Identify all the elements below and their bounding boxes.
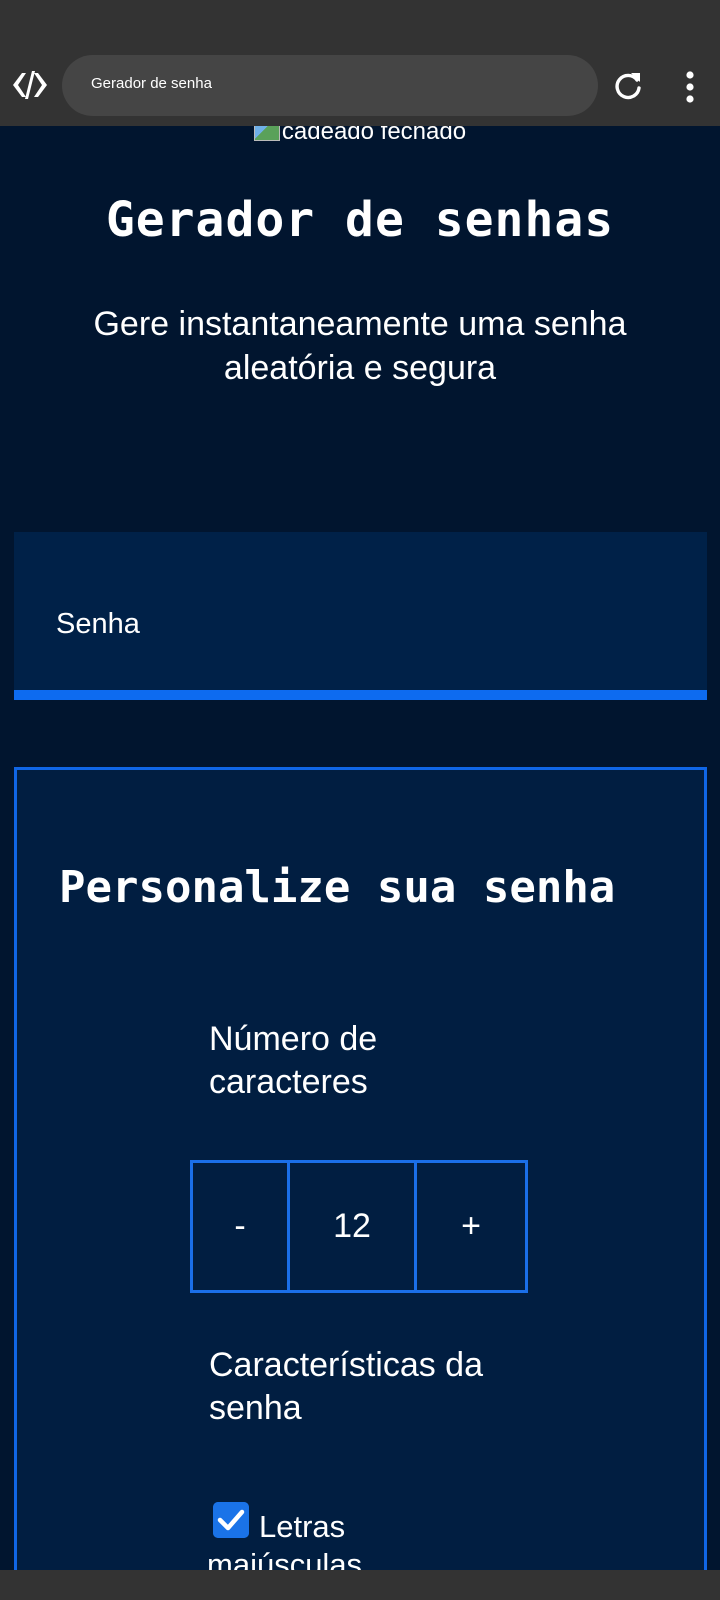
lock-image-alt: cadeado fechado [281, 126, 467, 145]
password-field-label: Senha [56, 608, 140, 640]
system-nav-bar [0, 1570, 720, 1600]
customize-card: Personalize sua senha Número de caracter… [14, 767, 707, 1570]
length-value: 12 [290, 1163, 417, 1290]
more-vert-icon[interactable] [678, 70, 702, 104]
page-subtitle: Gere instantaneamente uma senha aleatóri… [93, 305, 627, 387]
code-brackets-logo-icon[interactable] [10, 68, 50, 102]
length-label: Número de caracteres [209, 1020, 378, 1101]
browser-toolbar: Gerador de senha [0, 0, 720, 126]
uppercase-label: Letras maiúsculas [207, 1509, 363, 1570]
lock-image: cadeado fechado [0, 126, 720, 146]
broken-image-icon [253, 126, 280, 141]
address-bar-text: Gerador de senha [91, 75, 212, 92]
decrement-button[interactable]: - [193, 1163, 290, 1290]
reload-icon[interactable] [612, 70, 644, 102]
address-bar[interactable]: Gerador de senha [62, 55, 598, 116]
page-content: cadeado fechado Gerador de senhas Gere i… [0, 126, 720, 1570]
features-label: Características da senha [209, 1346, 483, 1427]
increment-button[interactable]: + [417, 1163, 525, 1290]
length-stepper: - 12 + [190, 1160, 528, 1293]
customize-title: Personalize sua senha [59, 862, 616, 913]
password-field[interactable]: Senha [14, 532, 707, 700]
page-title: Gerador de senhas [105, 192, 615, 248]
